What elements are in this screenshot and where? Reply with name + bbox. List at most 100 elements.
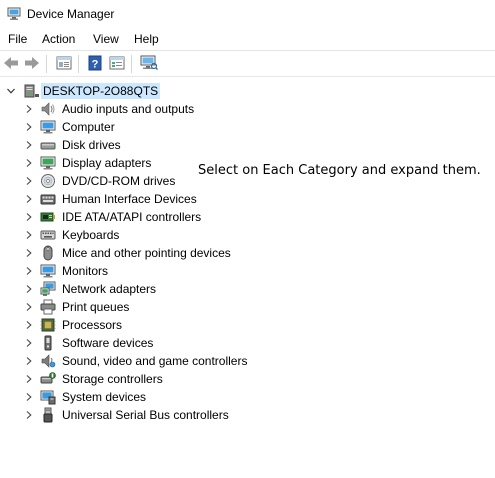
expand-chevron-icon[interactable]: [24, 248, 34, 258]
tree-category-label: DVD/CD-ROM drives: [62, 174, 176, 188]
help-icon: ?: [87, 55, 103, 74]
expand-chevron-icon[interactable]: [24, 356, 34, 366]
title-bar: Device Manager: [0, 0, 495, 28]
tree-category-item[interactable]: Sound, video and game controllers: [0, 352, 495, 370]
expand-chevron-icon[interactable]: [24, 266, 34, 276]
help-button[interactable]: ?: [85, 54, 105, 74]
back-button[interactable]: [1, 54, 21, 74]
system-devices-icon: [40, 389, 56, 405]
tree-category-item[interactable]: Disk drives: [0, 136, 495, 154]
tree-category-item[interactable]: Monitors: [0, 262, 495, 280]
expand-chevron-icon[interactable]: [24, 320, 34, 330]
tree-category-item[interactable]: Universal Serial Bus controllers: [0, 406, 495, 424]
properties-icon: [56, 55, 72, 74]
usb-icon: [40, 407, 56, 423]
expand-chevron-icon[interactable]: [24, 176, 34, 186]
forward-button[interactable]: [22, 54, 42, 74]
expand-chevron-icon[interactable]: [24, 284, 34, 294]
tree-category-item[interactable]: Computer: [0, 118, 495, 136]
tree-category-label: Computer: [62, 120, 115, 134]
expand-chevron-icon[interactable]: [24, 410, 34, 420]
back-icon: [3, 55, 19, 74]
view-button[interactable]: [107, 54, 127, 74]
tree-category-label: Audio inputs and outputs: [62, 102, 195, 116]
toolbar-separator: [46, 55, 47, 73]
properties-button[interactable]: [54, 54, 74, 74]
printer-icon: [40, 299, 56, 315]
tree-category-label: System devices: [62, 390, 147, 404]
tree-category-item[interactable]: Human Interface Devices: [0, 190, 495, 208]
computer-icon: [40, 119, 56, 135]
storage-controller-icon: [40, 371, 56, 387]
expand-chevron-icon[interactable]: [24, 104, 34, 114]
tree-category-label: Human Interface Devices: [62, 192, 197, 206]
keyboard-icon: [40, 227, 56, 243]
tree-category-item[interactable]: Network adapters: [0, 280, 495, 298]
sound-controller-icon: [40, 353, 56, 369]
window-title: Device Manager: [27, 7, 115, 21]
tree-category-item[interactable]: Software devices: [0, 334, 495, 352]
scan-hardware-button[interactable]: [139, 54, 159, 74]
tree-category-item[interactable]: Keyboards: [0, 226, 495, 244]
tree-root[interactable]: DESKTOP-2O88QTS: [0, 82, 495, 100]
tree-category-label: Monitors: [62, 264, 109, 278]
menu-bar: File Action View Help: [0, 30, 495, 50]
tree-category-label: Mice and other pointing devices: [62, 246, 231, 260]
tree-category-label: Keyboards: [62, 228, 120, 242]
expand-chevron-icon[interactable]: [24, 374, 34, 384]
tree-category-label: Software devices: [62, 336, 154, 350]
tree-category-item[interactable]: IDE ATA/ATAPI controllers: [0, 208, 495, 226]
tree-category-item[interactable]: System devices: [0, 388, 495, 406]
tree-category-label: Sound, video and game controllers: [62, 354, 248, 368]
tree-category-label: Disk drives: [62, 138, 121, 152]
tree-category-item[interactable]: Processors: [0, 316, 495, 334]
disk-drive-icon: [40, 137, 56, 153]
menu-view[interactable]: View: [92, 32, 120, 46]
hid-icon: [40, 191, 56, 207]
tree-category-item[interactable]: Print queues: [0, 298, 495, 316]
expand-chevron-icon[interactable]: [24, 230, 34, 240]
software-device-icon: [40, 335, 56, 351]
monitor-icon: [40, 263, 56, 279]
mouse-icon: [40, 245, 56, 261]
menu-file[interactable]: File: [7, 32, 28, 46]
collapse-chevron-icon[interactable]: [6, 86, 16, 96]
svg-text:?: ?: [92, 58, 99, 70]
menu-help[interactable]: Help: [133, 32, 160, 46]
toolbar-divider: [0, 76, 495, 77]
expand-chevron-icon[interactable]: [24, 212, 34, 222]
expand-chevron-icon[interactable]: [24, 194, 34, 204]
expand-chevron-icon[interactable]: [24, 338, 34, 348]
computer-name-label: DESKTOP-2O88QTS: [41, 83, 161, 99]
menu-action[interactable]: Action: [41, 32, 76, 46]
instruction-annotation: Select on Each Category and expand them.: [198, 163, 481, 178]
tree-category-item[interactable]: Mice and other pointing devices: [0, 244, 495, 262]
tree-category-label: Network adapters: [62, 282, 157, 296]
forward-icon: [24, 55, 40, 74]
toolbar: ?: [0, 52, 495, 76]
toolbar-separator: [131, 55, 132, 73]
tree-category-label: Processors: [62, 318, 123, 332]
expand-chevron-icon[interactable]: [24, 158, 34, 168]
ide-controller-icon: [40, 209, 56, 225]
computer-root-icon: [24, 83, 40, 99]
tree-category-label: IDE ATA/ATAPI controllers: [62, 210, 202, 224]
expand-chevron-icon[interactable]: [24, 302, 34, 312]
expand-chevron-icon[interactable]: [24, 392, 34, 402]
tree-category-label: Print queues: [62, 300, 130, 314]
expand-chevron-icon[interactable]: [24, 122, 34, 132]
tree-category-item[interactable]: Audio inputs and outputs: [0, 100, 495, 118]
view-icon: [109, 55, 125, 74]
network-adapter-icon: [40, 281, 56, 297]
processor-icon: [40, 317, 56, 333]
tree-category-label: Universal Serial Bus controllers: [62, 408, 229, 422]
speaker-icon: [40, 101, 56, 117]
toolbar-separator: [78, 55, 79, 73]
device-manager-icon: [7, 7, 21, 21]
tree-category-item[interactable]: Storage controllers: [0, 370, 495, 388]
menu-divider: [0, 50, 495, 51]
dvd-drive-icon: [40, 173, 56, 189]
display-adapter-icon: [40, 155, 56, 171]
tree-category-label: Display adapters: [62, 156, 152, 170]
expand-chevron-icon[interactable]: [24, 140, 34, 150]
